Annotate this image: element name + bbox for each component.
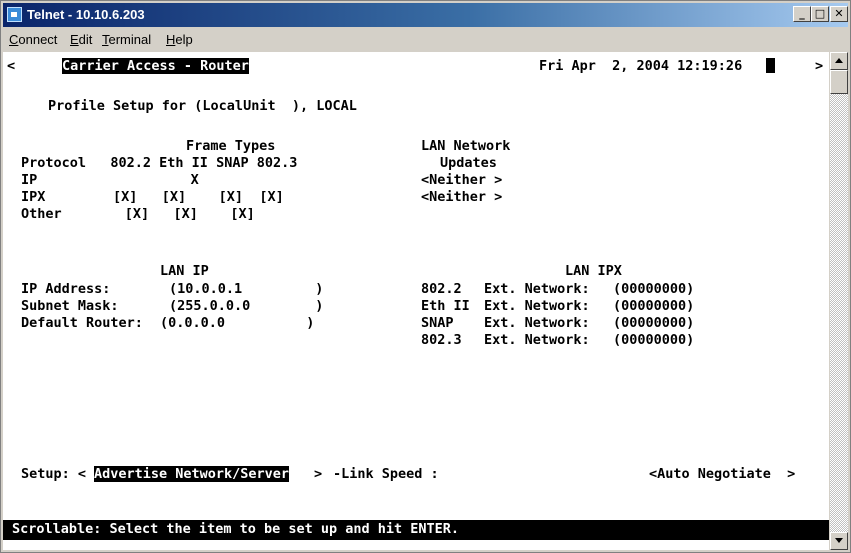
subnet-mask-field[interactable]: (255.0.0.0 ) xyxy=(169,298,323,314)
terminal-screen[interactable]: < Carrier Access - Router Fri Apr 2, 200… xyxy=(3,52,829,550)
ipx-frame-8023: 802.3 xyxy=(421,332,470,348)
ip-address-label: IP Address: xyxy=(21,281,111,297)
minimize-button[interactable]: _ xyxy=(793,6,811,22)
ipx-frame-snap: SNAP xyxy=(421,315,470,331)
maximize-button[interactable]: □ xyxy=(811,6,829,22)
updates-header: Updates xyxy=(440,155,497,171)
row-ip-cells[interactable]: X xyxy=(85,172,199,188)
scroll-down-button[interactable] xyxy=(830,532,848,550)
menu-connect[interactable]: Connect xyxy=(9,32,57,47)
ipx-field-8022[interactable]: (00000000) xyxy=(613,281,694,297)
setup-close-bracket: > xyxy=(314,466,323,482)
row-other-cells[interactable]: [X] [X] [X] xyxy=(76,206,255,222)
profile-line: Profile Setup for (LocalUnit ), LOCAL xyxy=(48,98,357,114)
ipx-label-ethii: Ext. Network: xyxy=(484,298,590,314)
lan-network-header: LAN Network xyxy=(421,138,511,154)
ip-address-field[interactable]: (10.0.0.1 ) xyxy=(169,281,323,297)
setup-selection[interactable]: Advertise Network/Server xyxy=(94,466,290,482)
vertical-scrollbar[interactable] xyxy=(830,52,848,550)
scroll-left-marker: < xyxy=(7,58,16,74)
setup-label: Setup: < xyxy=(21,466,87,482)
row-ipx-cells[interactable]: [X] [X] [X] [X] xyxy=(48,189,284,205)
scroll-thumb[interactable] xyxy=(830,70,848,94)
menu-bar: Connect Edit Terminal Help xyxy=(3,28,848,50)
menu-help[interactable]: Help xyxy=(166,32,193,47)
row-ip-protocol: IP xyxy=(21,172,38,188)
arrow-down-icon xyxy=(835,538,843,543)
ipx-label-8022: Ext. Network: xyxy=(484,281,590,297)
ipx-field-8023[interactable]: (00000000) xyxy=(613,332,694,348)
terminal-cursor xyxy=(766,58,775,75)
menu-terminal[interactable]: Terminal xyxy=(102,32,151,47)
ipx-frame-ethii: Eth II xyxy=(421,298,470,314)
app-name: Carrier Access - Router xyxy=(62,58,249,74)
lan-ipx-header: LAN IPX xyxy=(565,263,622,279)
scroll-up-button[interactable] xyxy=(830,52,848,70)
ipx-frame-8022: 802.2 xyxy=(421,281,470,297)
columns-line: Protocol 802.2 Eth II SNAP 802.3 xyxy=(21,155,298,171)
link-speed-label: -Link Speed : xyxy=(333,466,439,482)
ipx-label-snap: Ext. Network: xyxy=(484,315,590,331)
frame-types-header: Frame Types xyxy=(186,138,276,154)
default-router-label: Default Router: xyxy=(21,315,143,331)
status-bar: Scrollable: Select the item to be set up… xyxy=(3,520,829,540)
row-ipx-update[interactable]: <Neither > xyxy=(421,189,502,205)
subnet-mask-label: Subnet Mask: xyxy=(21,298,119,314)
row-ip-update[interactable]: <Neither > xyxy=(421,172,502,188)
ipx-field-ethii[interactable]: (00000000) xyxy=(613,298,694,314)
telnet-window: Telnet - 10.10.6.203 _ □ ✕ Connect Edit … xyxy=(0,0,851,553)
row-ipx-protocol: IPX xyxy=(21,189,46,205)
status-message: Scrollable: Select the item to be set up… xyxy=(12,521,460,537)
close-button[interactable]: ✕ xyxy=(830,6,848,22)
link-speed-field[interactable]: <Auto Negotiate > xyxy=(649,466,795,482)
row-other-protocol: Other xyxy=(21,206,62,222)
window-title: Telnet - 10.10.6.203 xyxy=(27,7,145,22)
ipx-label-8023: Ext. Network: xyxy=(484,332,590,348)
scroll-right-marker: > xyxy=(815,58,824,74)
default-router-field[interactable]: (0.0.0.0 ) xyxy=(160,315,314,331)
menu-edit[interactable]: Edit xyxy=(70,32,92,47)
title-bar[interactable]: Telnet - 10.10.6.203 _ □ ✕ xyxy=(3,3,848,27)
ipx-field-snap[interactable]: (00000000) xyxy=(613,315,694,331)
datetime: Fri Apr 2, 2004 12:19:26 xyxy=(539,58,743,74)
lan-ip-header: LAN IP xyxy=(160,263,209,279)
arrow-up-icon xyxy=(835,58,843,63)
telnet-app-icon[interactable] xyxy=(7,7,22,22)
